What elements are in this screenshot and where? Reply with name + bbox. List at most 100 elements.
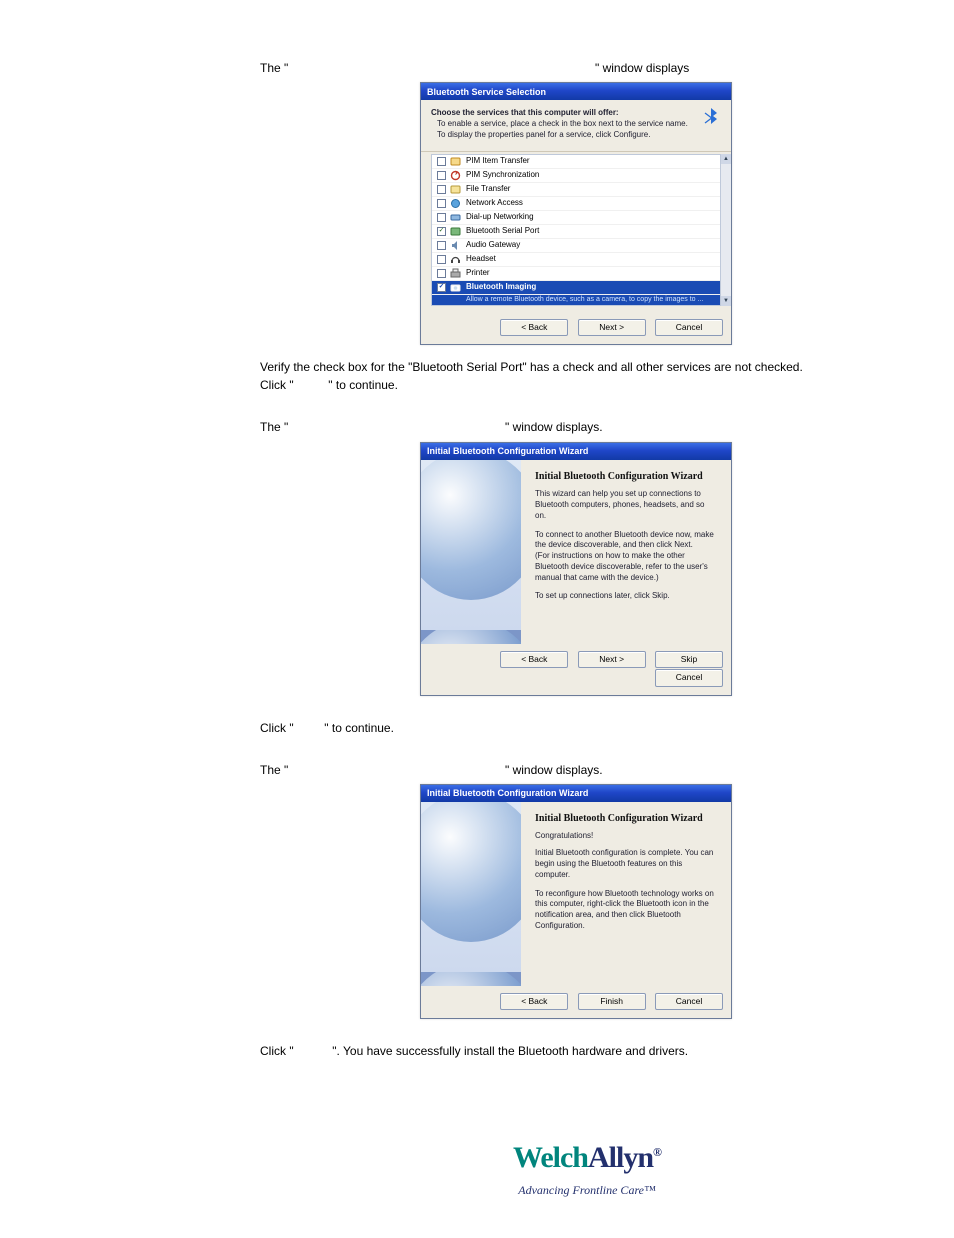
- scroll-up-icon[interactable]: ▲: [721, 154, 731, 164]
- next-button[interactable]: Next >: [578, 319, 646, 336]
- titlebar[interactable]: Initial Bluetooth Configuration Wizard: [421, 785, 731, 802]
- service-item-audio-gateway[interactable]: Audio Gateway: [432, 238, 720, 252]
- service-icon: [450, 198, 461, 209]
- service-label: Bluetooth Serial Port: [466, 226, 539, 237]
- text: " to continue.: [324, 721, 394, 735]
- checkbox[interactable]: [437, 171, 446, 180]
- service-icon: [450, 268, 461, 279]
- window-title: Bluetooth Service Selection: [427, 86, 546, 98]
- body-text: Click " " to continue.: [260, 377, 914, 393]
- document-page: The " " window displays Bluetooth Servic…: [0, 0, 954, 1238]
- service-label: Dial-up Networking: [466, 212, 534, 223]
- initial-bluetooth-wizard-dialog: Initial Bluetooth Configuration Wizard I…: [420, 442, 732, 696]
- back-button[interactable]: < Back: [500, 993, 568, 1010]
- checkbox-checked[interactable]: ✓: [437, 283, 446, 292]
- body-text: The " " window displays.: [260, 419, 914, 435]
- titlebar[interactable]: Initial Bluetooth Configuration Wizard: [421, 443, 731, 460]
- service-item-pim-sync[interactable]: PIM Synchronization: [432, 168, 720, 182]
- service-label: Printer: [466, 268, 490, 279]
- text: The ": [260, 61, 288, 75]
- logo-part2: Allyn: [588, 1141, 653, 1174]
- service-icon: [450, 184, 461, 195]
- checkbox[interactable]: [437, 199, 446, 208]
- checkbox-checked[interactable]: ✓: [437, 227, 446, 236]
- text: " to continue.: [328, 378, 398, 392]
- text: " window displays: [595, 61, 689, 75]
- wizard-content: Initial Bluetooth Configuration Wizard T…: [521, 460, 731, 630]
- bluetooth-icon: [701, 106, 721, 130]
- service-label: File Transfer: [466, 184, 510, 195]
- wizard-heading: Initial Bluetooth Configuration Wizard: [535, 812, 717, 826]
- service-label: Network Access: [466, 198, 523, 209]
- service-item-dialup[interactable]: Dial-up Networking: [432, 210, 720, 224]
- checkbox[interactable]: [437, 157, 446, 166]
- back-button[interactable]: < Back: [500, 319, 568, 336]
- service-label: Bluetooth Imaging: [466, 282, 536, 293]
- service-item-file-transfer[interactable]: File Transfer: [432, 182, 720, 196]
- bluetooth-service-selection-dialog: Bluetooth Service Selection Choose the s…: [420, 82, 732, 345]
- checkbox[interactable]: [437, 185, 446, 194]
- window-title: Initial Bluetooth Configuration Wizard: [427, 787, 588, 799]
- back-button[interactable]: < Back: [500, 651, 568, 668]
- service-icon: [450, 254, 461, 265]
- header-line: Choose the services that this computer w…: [431, 108, 721, 119]
- service-label: Audio Gateway: [466, 240, 520, 251]
- text: The ": [260, 763, 288, 777]
- text: Click ": [260, 1044, 294, 1058]
- wizard-text: Congratulations!: [535, 831, 717, 842]
- service-label: PIM Synchronization: [466, 170, 539, 181]
- checkbox[interactable]: [437, 241, 446, 250]
- service-item-pim-transfer[interactable]: PIM Item Transfer: [432, 155, 720, 168]
- window-title: Initial Bluetooth Configuration Wizard: [427, 445, 588, 457]
- button-row: < Back Finish Cancel: [421, 986, 731, 1018]
- finish-button[interactable]: Finish: [578, 993, 646, 1010]
- service-item-network-access[interactable]: Network Access: [432, 196, 720, 210]
- body-text: The " " window displays: [260, 60, 914, 76]
- body-text: Click " " to continue.: [260, 720, 914, 736]
- next-button[interactable]: Next >: [578, 651, 646, 668]
- header-line: To enable a service, place a check in th…: [437, 119, 721, 130]
- button-row: < Back Next > Cancel: [421, 312, 731, 344]
- wizard-text: This wizard can help you set up connecti…: [535, 489, 717, 521]
- skip-button[interactable]: Skip: [655, 651, 723, 668]
- wizard-heading: Initial Bluetooth Configuration Wizard: [535, 470, 717, 484]
- body-text: Verify the check box for the "Bluetooth …: [260, 359, 914, 375]
- wizard-text: To set up connections later, click Skip.: [535, 591, 717, 602]
- text: " window displays.: [505, 420, 603, 434]
- cancel-button[interactable]: Cancel: [655, 319, 723, 336]
- wizard-text: To connect to another Bluetooth device n…: [535, 530, 717, 552]
- service-item-bluetooth-serial[interactable]: ✓ Bluetooth Serial Port: [432, 224, 720, 238]
- text: The ": [260, 420, 288, 434]
- service-item-headset[interactable]: Headset: [432, 252, 720, 266]
- service-item-bluetooth-imaging[interactable]: ✓ Bluetooth Imaging: [432, 280, 720, 294]
- service-icon: [450, 156, 461, 167]
- initial-bluetooth-wizard-complete-dialog: Initial Bluetooth Configuration Wizard I…: [420, 784, 732, 1019]
- wizard-content: Initial Bluetooth Configuration Wizard C…: [521, 802, 731, 972]
- text: Click ": [260, 378, 294, 392]
- service-list: PIM Item Transfer PIM Synchronization Fi…: [421, 154, 731, 306]
- scroll-down-icon[interactable]: ▼: [721, 296, 731, 306]
- titlebar[interactable]: Bluetooth Service Selection: [421, 83, 731, 100]
- logo-part1: Welch: [513, 1141, 588, 1174]
- text: " window displays.: [505, 763, 603, 777]
- cancel-button[interactable]: Cancel: [655, 993, 723, 1010]
- checkbox[interactable]: [437, 255, 446, 264]
- button-row: < Back Next > Skip Cancel: [421, 644, 731, 695]
- service-icon: [450, 170, 461, 181]
- scrollbar[interactable]: ▲ ▼: [721, 154, 731, 306]
- wizard-text: (For instructions on how to make the oth…: [535, 551, 717, 583]
- service-label: Headset: [466, 254, 496, 265]
- wizard-side-graphic: [421, 460, 521, 630]
- checkbox[interactable]: [437, 213, 446, 222]
- checkbox[interactable]: [437, 269, 446, 278]
- service-icon: [450, 212, 461, 223]
- cancel-button[interactable]: Cancel: [655, 669, 723, 686]
- text: ". You have successfully install the Blu…: [332, 1044, 688, 1058]
- text: Click ": [260, 721, 294, 735]
- body-text: The " " window displays.: [260, 762, 914, 778]
- service-item-printer[interactable]: Printer: [432, 266, 720, 280]
- registered-icon: ®: [653, 1145, 661, 1159]
- wizard-side-graphic: [421, 802, 521, 972]
- service-icon: [450, 282, 461, 293]
- dialog-header: Choose the services that this computer w…: [421, 100, 731, 151]
